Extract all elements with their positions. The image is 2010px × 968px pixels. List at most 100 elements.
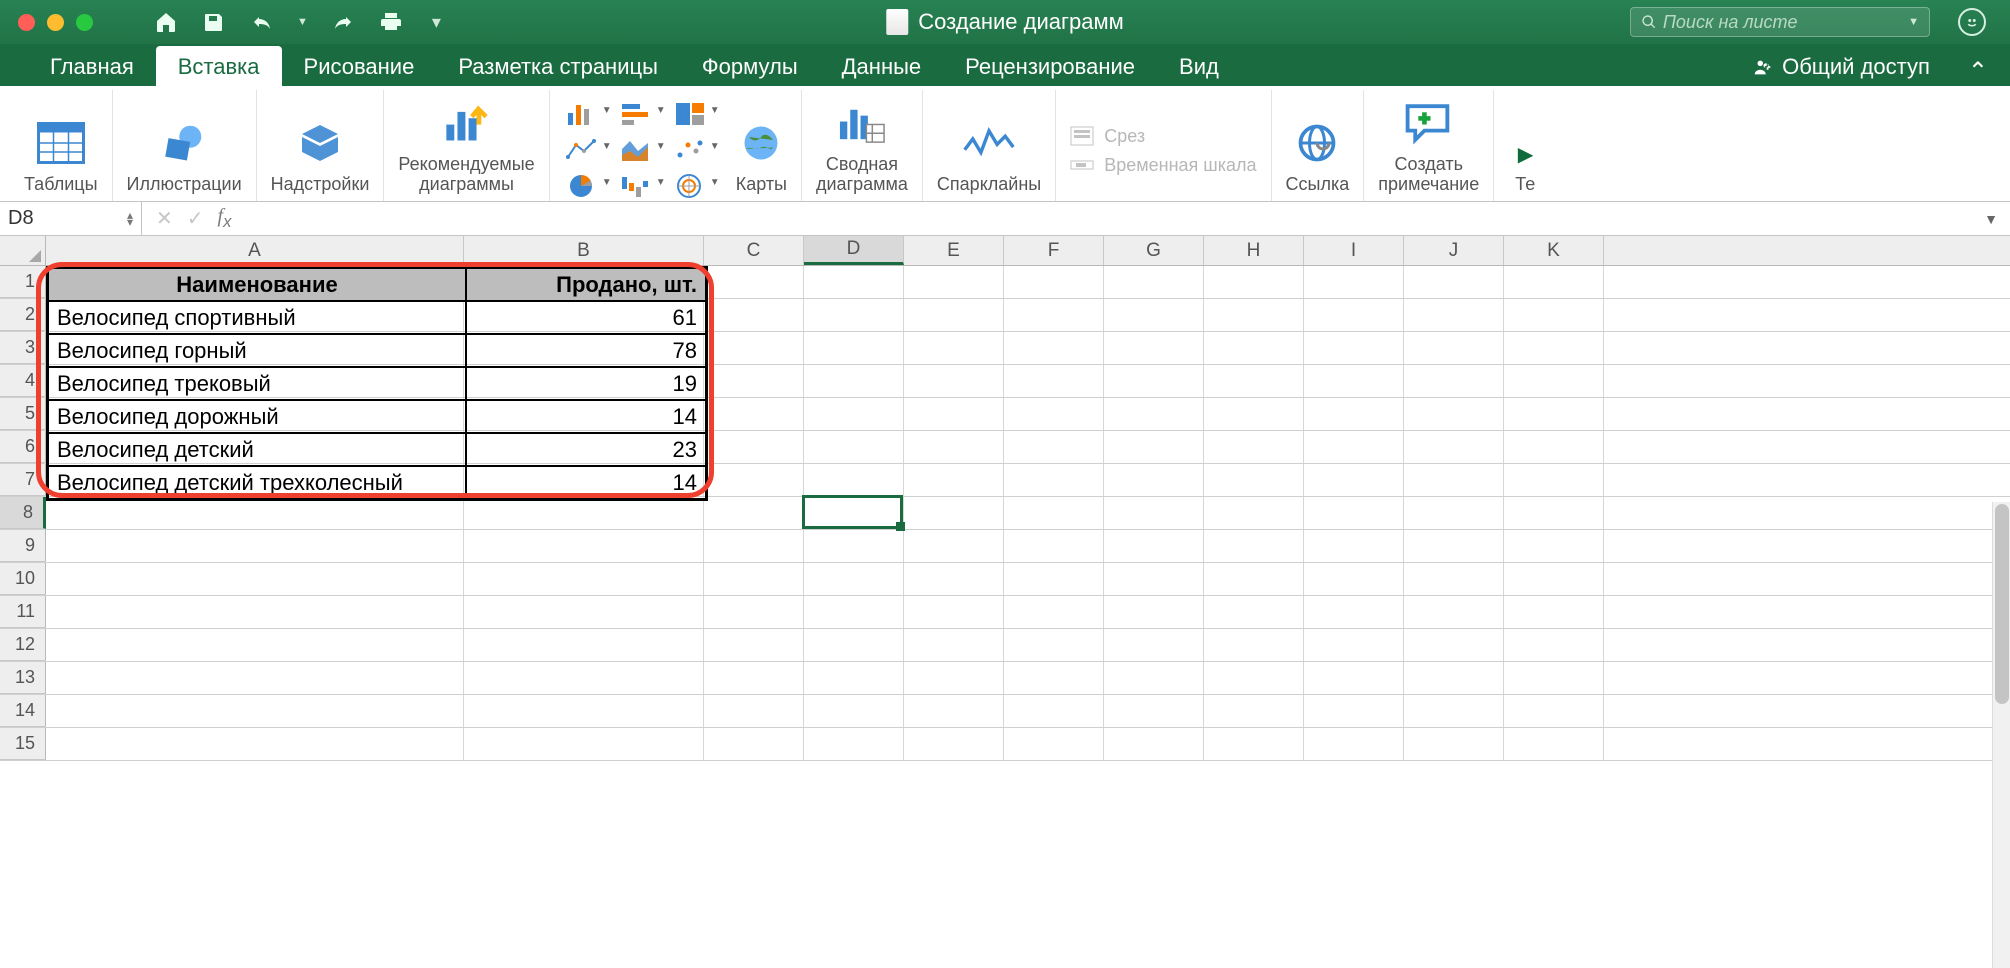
- cell-C6[interactable]: [704, 431, 804, 463]
- column-chart-icon[interactable]: ▼: [560, 99, 604, 129]
- name-box[interactable]: D8 ▴▾: [0, 202, 142, 235]
- cell-I11[interactable]: [1304, 596, 1404, 628]
- cell-G14[interactable]: [1104, 695, 1204, 727]
- cell-A10[interactable]: [46, 563, 464, 595]
- spreadsheet-grid[interactable]: ABCDEFGHIJK 123456789101112131415 Наимен…: [0, 236, 2010, 968]
- cell-H14[interactable]: [1204, 695, 1304, 727]
- cell-K12[interactable]: [1504, 629, 1604, 661]
- cell-J13[interactable]: [1404, 662, 1504, 694]
- cell-G1[interactable]: [1104, 266, 1204, 298]
- cell-B14[interactable]: [464, 695, 704, 727]
- redo-icon[interactable]: [330, 9, 356, 35]
- cell-E6[interactable]: [904, 431, 1004, 463]
- cell-I4[interactable]: [1304, 365, 1404, 397]
- cell-H9[interactable]: [1204, 530, 1304, 562]
- cell-J14[interactable]: [1404, 695, 1504, 727]
- row-header-7[interactable]: 7: [0, 464, 46, 496]
- cell-J3[interactable]: [1404, 332, 1504, 364]
- enter-formula-icon[interactable]: ✓: [187, 206, 204, 231]
- cell-E4[interactable]: [904, 365, 1004, 397]
- row-header-1[interactable]: 1: [0, 266, 46, 298]
- cell-I10[interactable]: [1304, 563, 1404, 595]
- table-header[interactable]: Продано, шт.: [466, 268, 706, 301]
- cell-F7[interactable]: [1004, 464, 1104, 496]
- table-cell-value[interactable]: 78: [466, 334, 706, 367]
- cell-E13[interactable]: [904, 662, 1004, 694]
- table-cell-name[interactable]: Велосипед дорожный: [48, 400, 466, 433]
- expand-formula-bar-icon[interactable]: ▼: [1972, 211, 2010, 227]
- row-header-11[interactable]: 11: [0, 596, 46, 628]
- cell-A9[interactable]: [46, 530, 464, 562]
- ribbon-addins-button[interactable]: Надстройки: [257, 90, 385, 201]
- ribbon-maps-button[interactable]: Карты: [722, 90, 802, 201]
- row-header-10[interactable]: 10: [0, 563, 46, 595]
- cell-I12[interactable]: [1304, 629, 1404, 661]
- cell-C3[interactable]: [704, 332, 804, 364]
- cell-I8[interactable]: [1304, 497, 1404, 529]
- cell-B15[interactable]: [464, 728, 704, 760]
- cell-K7[interactable]: [1504, 464, 1604, 496]
- cell-E5[interactable]: [904, 398, 1004, 430]
- cell-E9[interactable]: [904, 530, 1004, 562]
- select-all-corner[interactable]: [0, 236, 46, 265]
- row-header-15[interactable]: 15: [0, 728, 46, 760]
- cell-I15[interactable]: [1304, 728, 1404, 760]
- cell-H15[interactable]: [1204, 728, 1304, 760]
- undo-icon[interactable]: [249, 9, 275, 35]
- col-header-A[interactable]: A: [46, 236, 464, 265]
- cell-I1[interactable]: [1304, 266, 1404, 298]
- cell-K11[interactable]: [1504, 596, 1604, 628]
- cell-G10[interactable]: [1104, 563, 1204, 595]
- cell-D3[interactable]: [804, 332, 904, 364]
- ribbon-recommended-charts-button[interactable]: Рекомендуемые диаграммы: [384, 90, 549, 201]
- cell-I13[interactable]: [1304, 662, 1404, 694]
- cell-E12[interactable]: [904, 629, 1004, 661]
- cell-J5[interactable]: [1404, 398, 1504, 430]
- cell-B11[interactable]: [464, 596, 704, 628]
- cell-C7[interactable]: [704, 464, 804, 496]
- cell-D13[interactable]: [804, 662, 904, 694]
- cell-G7[interactable]: [1104, 464, 1204, 496]
- col-header-B[interactable]: B: [464, 236, 704, 265]
- ribbon-scroll-icon[interactable]: ▸: [1508, 97, 1542, 170]
- area-chart-icon[interactable]: ▼: [614, 135, 658, 165]
- cell-C11[interactable]: [704, 596, 804, 628]
- col-header-F[interactable]: F: [1004, 236, 1104, 265]
- name-box-stepper[interactable]: ▴▾: [127, 212, 133, 226]
- cell-K13[interactable]: [1504, 662, 1604, 694]
- cell-H13[interactable]: [1204, 662, 1304, 694]
- cell-C2[interactable]: [704, 299, 804, 331]
- cell-G11[interactable]: [1104, 596, 1204, 628]
- tab-главная[interactable]: Главная: [28, 46, 156, 86]
- cell-F1[interactable]: [1004, 266, 1104, 298]
- cell-C9[interactable]: [704, 530, 804, 562]
- cell-H12[interactable]: [1204, 629, 1304, 661]
- cell-D9[interactable]: [804, 530, 904, 562]
- cell-A13[interactable]: [46, 662, 464, 694]
- tab-вставка[interactable]: Вставка: [156, 46, 282, 86]
- cell-F5[interactable]: [1004, 398, 1104, 430]
- row-header-9[interactable]: 9: [0, 530, 46, 562]
- tab-рецензирование[interactable]: Рецензирование: [943, 46, 1157, 86]
- ribbon-tables-button[interactable]: Таблицы: [10, 90, 113, 201]
- cell-E1[interactable]: [904, 266, 1004, 298]
- search-dropdown-icon[interactable]: ▼: [1908, 16, 1919, 28]
- row-header-12[interactable]: 12: [0, 629, 46, 661]
- cell-B8[interactable]: [464, 497, 704, 529]
- table-cell-name[interactable]: Велосипед детский трехколесный: [48, 466, 466, 499]
- cell-B9[interactable]: [464, 530, 704, 562]
- cell-C13[interactable]: [704, 662, 804, 694]
- cell-F8[interactable]: [1004, 497, 1104, 529]
- cell-C8[interactable]: [704, 497, 804, 529]
- cell-J15[interactable]: [1404, 728, 1504, 760]
- cell-D8[interactable]: [804, 497, 904, 529]
- tab-разметка страницы[interactable]: Разметка страницы: [436, 46, 680, 86]
- cell-C10[interactable]: [704, 563, 804, 595]
- scrollbar-thumb[interactable]: [1995, 504, 2009, 704]
- row-header-5[interactable]: 5: [0, 398, 46, 430]
- cell-G8[interactable]: [1104, 497, 1204, 529]
- table-cell-value[interactable]: 14: [466, 400, 706, 433]
- cell-B13[interactable]: [464, 662, 704, 694]
- ribbon-sparklines-button[interactable]: Спарклайны: [923, 90, 1056, 201]
- ribbon-illustrations-button[interactable]: Иллюстрации: [113, 90, 257, 201]
